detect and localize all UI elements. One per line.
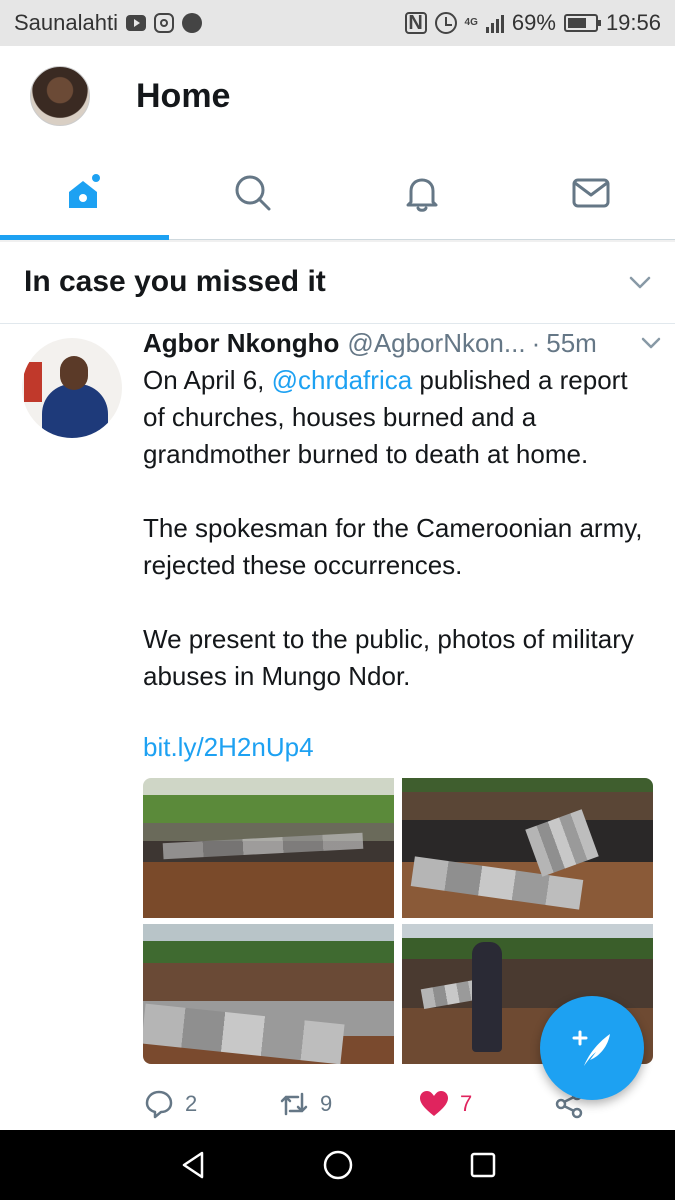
home-icon [69,173,101,208]
heart-icon [420,1091,448,1116]
reply-count: 2 [185,1091,198,1116]
profile-avatar[interactable] [30,66,90,126]
tweet-text: On April 6, @chrdafrica published a repo… [143,362,653,695]
tweet-time: 55m [546,327,597,358]
back-icon[interactable] [176,1148,210,1182]
section-title: In case you missed it [24,264,326,298]
icymi-section-header: In case you missed it [0,240,675,324]
media-photo-3[interactable] [143,924,394,1064]
tab-home[interactable] [0,146,169,240]
bell-icon [406,178,438,212]
separator: · [531,327,541,358]
clock: 19:56 [605,10,661,35]
author-handle[interactable]: @AgborNkon... [347,328,525,359]
system-nav-bar [0,1130,675,1200]
signal-icon [485,13,504,33]
tweet-paragraph-2: The spokesman for the Cameroonian army, … [143,513,643,580]
media-photo-1[interactable] [143,778,394,918]
youtube-notification-icon [125,15,146,31]
tweet-url-link[interactable]: bit.ly/2H2nUp4 [143,732,314,762]
nfc-icon: N [404,12,427,34]
author-name[interactable]: Agbor Nkongho [143,328,339,359]
battery-percent: 69% [511,10,556,35]
compose-tweet-button[interactable] [540,996,644,1100]
messenger-notification-icon [181,13,202,33]
like-count: 7 [460,1091,473,1116]
home-nav-icon[interactable] [321,1148,355,1182]
tab-bar [0,146,675,240]
instagram-notification-icon [153,13,174,33]
reply-icon [145,1090,173,1119]
search-icon [235,175,271,210]
network-type-label: 4G [464,17,478,28]
compose-feather-icon [572,1030,610,1066]
carrier-label: Saunalahti [14,10,118,35]
recents-icon[interactable] [466,1148,500,1182]
app-header: Home [0,46,675,146]
retweet-icon [280,1092,308,1116]
tweet-paragraph-3: We present to the public, photos of mili… [143,624,634,691]
reply-button[interactable]: 2 [143,1088,278,1120]
retweet-count: 9 [320,1091,333,1116]
alarm-icon [434,12,457,34]
mail-icon [572,178,610,207]
tweet-menu-chevron-icon[interactable] [639,331,663,355]
tweet-author-avatar[interactable] [22,338,122,438]
chevron-down-icon[interactable] [627,269,653,295]
tab-notifications[interactable] [338,146,507,239]
retweet-button[interactable]: 9 [278,1088,418,1120]
like-button[interactable]: 7 [418,1088,553,1120]
battery-icon [563,14,601,32]
status-bar: Saunalahti N 4G 69% 19:56 [0,0,675,46]
mention-link[interactable]: @chrdafrica [272,365,413,395]
tweet-header: Agbor Nkongho @AgborNkon... · 55m [143,324,661,362]
tab-messages[interactable] [506,146,675,239]
tab-search[interactable] [169,146,338,239]
media-photo-2[interactable] [402,778,653,918]
page-title: Home [136,76,231,115]
